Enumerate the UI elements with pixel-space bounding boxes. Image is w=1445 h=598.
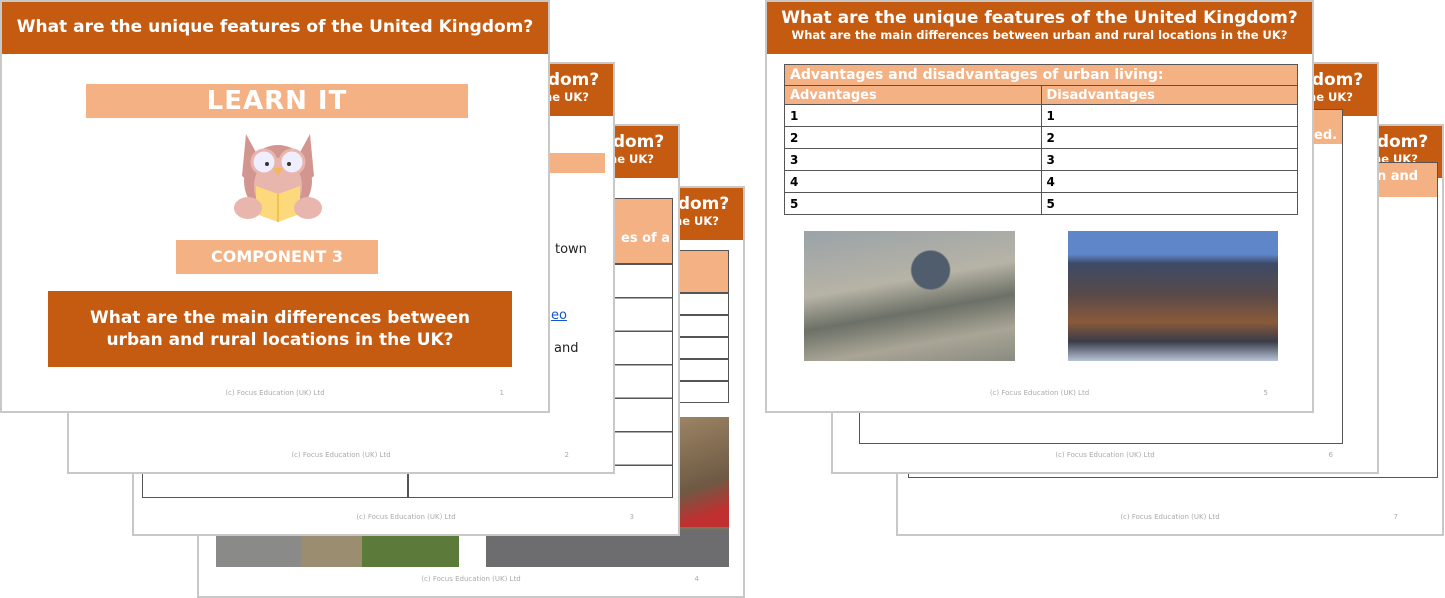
aerial-london-photo xyxy=(804,231,1015,361)
table-row: 11 xyxy=(784,104,1298,127)
table-row: 33 xyxy=(784,148,1298,171)
advantage-cell[interactable]: 1 xyxy=(784,104,1042,127)
city-night-photo xyxy=(1068,231,1278,361)
slide-title: What are the unique features of the Unit… xyxy=(16,17,534,37)
slide-title: What are the unique features of the Unit… xyxy=(781,8,1298,28)
disadvantage-cell[interactable]: 1 xyxy=(1040,104,1298,127)
lesson-question-box: What are the main differences between ur… xyxy=(48,291,512,367)
slide-5-thumbnail[interactable]: What are the unique features of the Unit… xyxy=(765,0,1314,413)
slide-number: 7 xyxy=(1393,513,1398,521)
owl-reading-book-icon xyxy=(234,134,322,222)
text-fragment: town xyxy=(555,242,587,257)
slide-number: 1 xyxy=(499,389,504,397)
text-fragment: and xyxy=(554,341,579,356)
advantage-cell[interactable]: 3 xyxy=(784,148,1042,171)
table-title: Advantages and disadvantages of urban li… xyxy=(784,64,1298,86)
disadvantage-cell[interactable]: 4 xyxy=(1040,170,1298,193)
table-header-text: es of a xyxy=(621,231,670,246)
disadvantage-cell[interactable]: 2 xyxy=(1040,126,1298,149)
table-row: 55 xyxy=(784,192,1298,215)
component-badge: COMPONENT 3 xyxy=(176,240,378,274)
table-row: 22 xyxy=(784,126,1298,149)
slide-footer: (c) Focus Education (UK) Ltd xyxy=(291,451,391,459)
advantage-cell[interactable]: 4 xyxy=(784,170,1042,193)
slide-footer: (c) Focus Education (UK) Ltd xyxy=(225,389,325,397)
slide-footer: (c) Focus Education (UK) Ltd xyxy=(989,389,1090,397)
slide-footer: (c) Focus Education (UK) Ltd xyxy=(356,513,456,521)
urban-living-table: Advantages and disadvantages of urban li… xyxy=(784,64,1298,215)
table-row: 44 xyxy=(784,170,1298,193)
column-header-advantages: Advantages xyxy=(784,85,1042,105)
slide-number: 5 xyxy=(1263,389,1268,397)
slide-number: 4 xyxy=(694,575,699,583)
column-header-disadvantages: Disadvantages xyxy=(1040,85,1298,105)
content-header-text: n and xyxy=(1377,169,1419,184)
advantage-cell[interactable]: 5 xyxy=(784,192,1042,215)
slide-footer: (c) Focus Education (UK) Ltd xyxy=(1055,451,1155,459)
disadvantage-cell[interactable]: 3 xyxy=(1040,148,1298,171)
video-link[interactable]: eo xyxy=(551,308,567,323)
slide-number: 6 xyxy=(1328,451,1333,459)
slide-header: What are the unique features of the Unit… xyxy=(2,2,548,54)
slide-number: 2 xyxy=(564,451,569,459)
slide-1-thumbnail[interactable]: What are the unique features of the Unit… xyxy=(0,0,550,413)
slide-header: What are the unique features of the Unit… xyxy=(767,2,1312,54)
content-header-text: ed. xyxy=(1314,128,1338,143)
slide-number: 3 xyxy=(629,513,634,521)
slide-footer: (c) Focus Education (UK) Ltd xyxy=(421,575,521,583)
learn-it-banner: LEARN IT xyxy=(86,84,468,118)
disadvantage-cell[interactable]: 5 xyxy=(1040,192,1298,215)
slide-footer: (c) Focus Education (UK) Ltd xyxy=(1120,513,1220,521)
advantage-cell[interactable]: 2 xyxy=(784,126,1042,149)
slide-subtitle: What are the main differences between ur… xyxy=(791,28,1288,42)
